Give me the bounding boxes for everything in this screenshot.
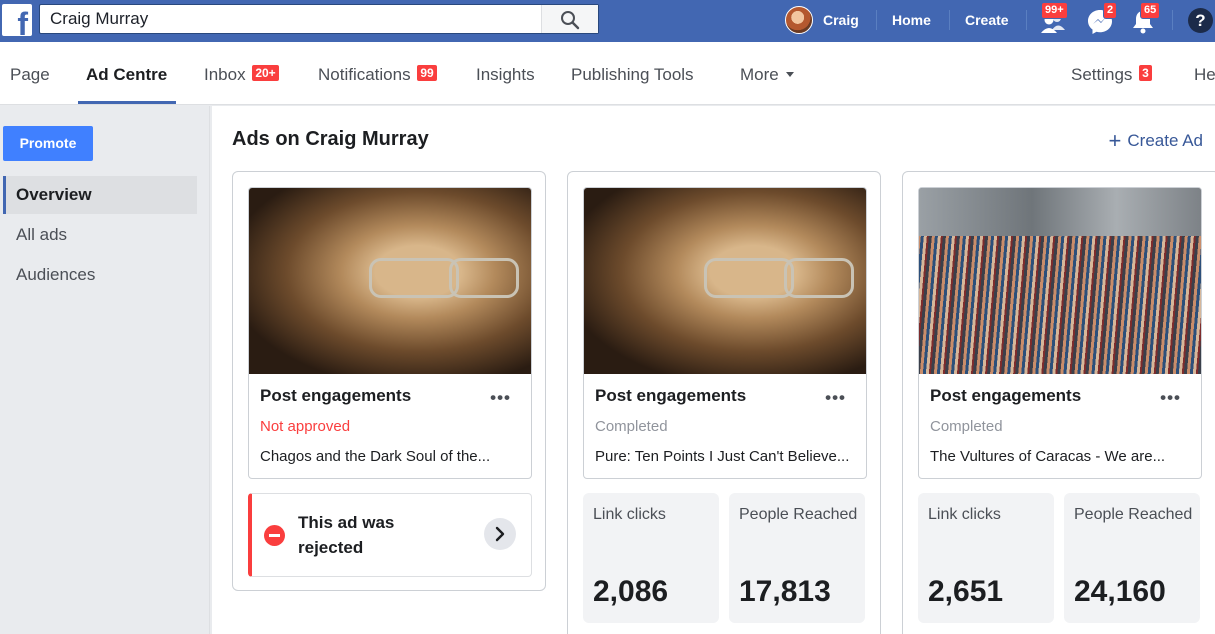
search-button[interactable] bbox=[541, 5, 598, 33]
ad-card: Post engagements ••• Not approved Chagos… bbox=[232, 171, 546, 591]
tab-settings-label: Settings bbox=[1071, 65, 1133, 84]
tab-page[interactable]: Page bbox=[10, 65, 50, 85]
chevron-down-icon bbox=[785, 72, 794, 77]
profile-link[interactable] bbox=[785, 4, 813, 36]
facebook-logo[interactable]: f bbox=[2, 4, 32, 36]
tab-inbox-label: Inbox bbox=[204, 65, 246, 84]
status-badge: Not approved bbox=[260, 418, 351, 435]
image-detail bbox=[369, 258, 459, 298]
ad-centre-sidebar: Promote Overview All ads Audiences bbox=[0, 106, 210, 634]
ad-objective: Post engagements bbox=[260, 386, 412, 405]
plus-icon: + bbox=[1108, 128, 1122, 153]
tab-more[interactable]: More bbox=[740, 65, 794, 85]
ad-preview[interactable]: Post engagements ••• Completed Pure: Ten… bbox=[583, 187, 867, 479]
notifications-badge: 65 bbox=[1140, 2, 1161, 19]
notifications-button[interactable]: 65 bbox=[1128, 2, 1161, 36]
rejection-notice[interactable]: This ad was rejected bbox=[248, 493, 532, 577]
ad-objective: Post engagements bbox=[595, 386, 747, 405]
status-badge: Completed bbox=[930, 418, 1003, 435]
divider bbox=[949, 10, 950, 30]
notifications-tab-badge: 99 bbox=[417, 65, 437, 81]
metric-value: 17,813 bbox=[739, 575, 831, 608]
no-entry-icon bbox=[264, 525, 285, 546]
help-icon[interactable]: ? bbox=[1188, 8, 1213, 33]
metric-value: 2,651 bbox=[928, 575, 1004, 608]
image-detail bbox=[704, 258, 794, 298]
top-navigation-bar: f Craig Murray Craig Home Create 99+ 2 6… bbox=[0, 0, 1215, 42]
image-detail bbox=[919, 188, 1201, 236]
create-ad-link[interactable]: + Create Ad bbox=[1109, 128, 1203, 154]
tab-notifications-label: Notifications bbox=[318, 65, 411, 84]
metric-link-clicks: Link clicks 2,651 bbox=[918, 493, 1054, 623]
search-icon bbox=[561, 11, 580, 30]
search-box[interactable]: Craig Murray bbox=[39, 4, 599, 34]
metric-people-reached: People Reached 24,160 bbox=[1064, 493, 1200, 623]
metric-label: Link clicks bbox=[593, 506, 666, 523]
inbox-badge: 20+ bbox=[252, 65, 279, 81]
ad-image bbox=[249, 188, 531, 374]
tab-publishing-tools[interactable]: Publishing Tools bbox=[571, 65, 694, 85]
settings-badge: 3 bbox=[1139, 65, 1152, 81]
divider bbox=[1172, 10, 1173, 30]
metric-value: 2,086 bbox=[593, 575, 669, 608]
metric-people-reached: People Reached 17,813 bbox=[729, 493, 865, 623]
ad-details: Post engagements ••• Completed The Vultu… bbox=[919, 374, 1201, 478]
metric-label: Link clicks bbox=[928, 506, 1001, 523]
ad-description: The Vultures of Caracas - We are... bbox=[930, 448, 1166, 465]
ad-details: Post engagements ••• Completed Pure: Ten… bbox=[584, 374, 866, 478]
tab-ad-centre[interactable]: Ad Centre bbox=[86, 65, 167, 85]
ads-overview-panel: Ads on Craig Murray + Create Ad Post enga… bbox=[212, 106, 1215, 634]
metric-value: 24,160 bbox=[1074, 575, 1166, 608]
messenger-button[interactable]: 2 bbox=[1085, 2, 1118, 36]
sidebar-item-overview[interactable]: Overview bbox=[3, 176, 197, 214]
ad-objective: Post engagements bbox=[930, 386, 1082, 405]
image-detail bbox=[449, 258, 519, 298]
promote-button[interactable]: Promote bbox=[3, 126, 93, 161]
messages-badge: 2 bbox=[1103, 2, 1118, 19]
metric-link-clicks: Link clicks 2,086 bbox=[583, 493, 719, 623]
search-input[interactable]: Craig Murray bbox=[50, 9, 148, 29]
home-link[interactable]: Home bbox=[892, 12, 931, 28]
more-dots-icon[interactable]: ••• bbox=[825, 388, 846, 408]
divider bbox=[1026, 10, 1027, 30]
ad-description: Pure: Ten Points I Just Can't Believe... bbox=[595, 448, 850, 465]
ad-image bbox=[584, 188, 866, 374]
ad-description: Chagos and the Dark Soul of the... bbox=[260, 448, 491, 465]
ad-details: Post engagements ••• Not approved Chagos… bbox=[249, 374, 531, 478]
sidebar-item-all-ads[interactable]: All ads bbox=[3, 216, 197, 254]
image-detail bbox=[784, 258, 854, 298]
tab-inbox[interactable]: Inbox 20+ bbox=[204, 65, 279, 85]
friend-requests-button[interactable]: 99+ bbox=[1038, 2, 1068, 36]
tab-help[interactable]: He bbox=[1194, 65, 1215, 85]
active-tab-indicator bbox=[78, 101, 176, 104]
tab-settings[interactable]: Settings 3 bbox=[1071, 65, 1152, 85]
ad-preview[interactable]: Post engagements ••• Completed The Vultu… bbox=[918, 187, 1202, 479]
ad-card: Post engagements ••• Completed Pure: Ten… bbox=[567, 171, 881, 634]
ad-preview[interactable]: Post engagements ••• Not approved Chagos… bbox=[248, 187, 532, 479]
avatar bbox=[785, 6, 813, 34]
page-tabs-bar: Page Ad Centre Inbox 20+ Notifications 9… bbox=[0, 42, 1215, 105]
tab-notifications[interactable]: Notifications 99 bbox=[318, 65, 437, 85]
ad-image bbox=[919, 188, 1201, 374]
more-dots-icon[interactable]: ••• bbox=[1160, 388, 1181, 408]
tab-insights[interactable]: Insights bbox=[476, 65, 535, 85]
metric-label: People Reached bbox=[1074, 506, 1193, 523]
more-dots-icon[interactable]: ••• bbox=[490, 388, 511, 408]
tab-more-label: More bbox=[740, 65, 779, 84]
create-ad-label: Create Ad bbox=[1127, 131, 1203, 150]
page-title: Ads on Craig Murray bbox=[232, 128, 429, 150]
rejection-details-button[interactable] bbox=[484, 518, 516, 550]
ad-card: Post engagements ••• Completed The Vultu… bbox=[902, 171, 1215, 634]
friend-requests-badge: 99+ bbox=[1041, 2, 1068, 19]
metric-label: People Reached bbox=[739, 506, 858, 523]
profile-name-link[interactable]: Craig bbox=[823, 12, 859, 28]
status-badge: Completed bbox=[595, 418, 668, 435]
divider bbox=[876, 10, 877, 30]
chevron-right-icon bbox=[495, 526, 505, 542]
create-link[interactable]: Create bbox=[965, 12, 1009, 28]
rejection-message: This ad was rejected bbox=[298, 513, 395, 557]
sidebar-item-audiences[interactable]: Audiences bbox=[3, 256, 197, 294]
